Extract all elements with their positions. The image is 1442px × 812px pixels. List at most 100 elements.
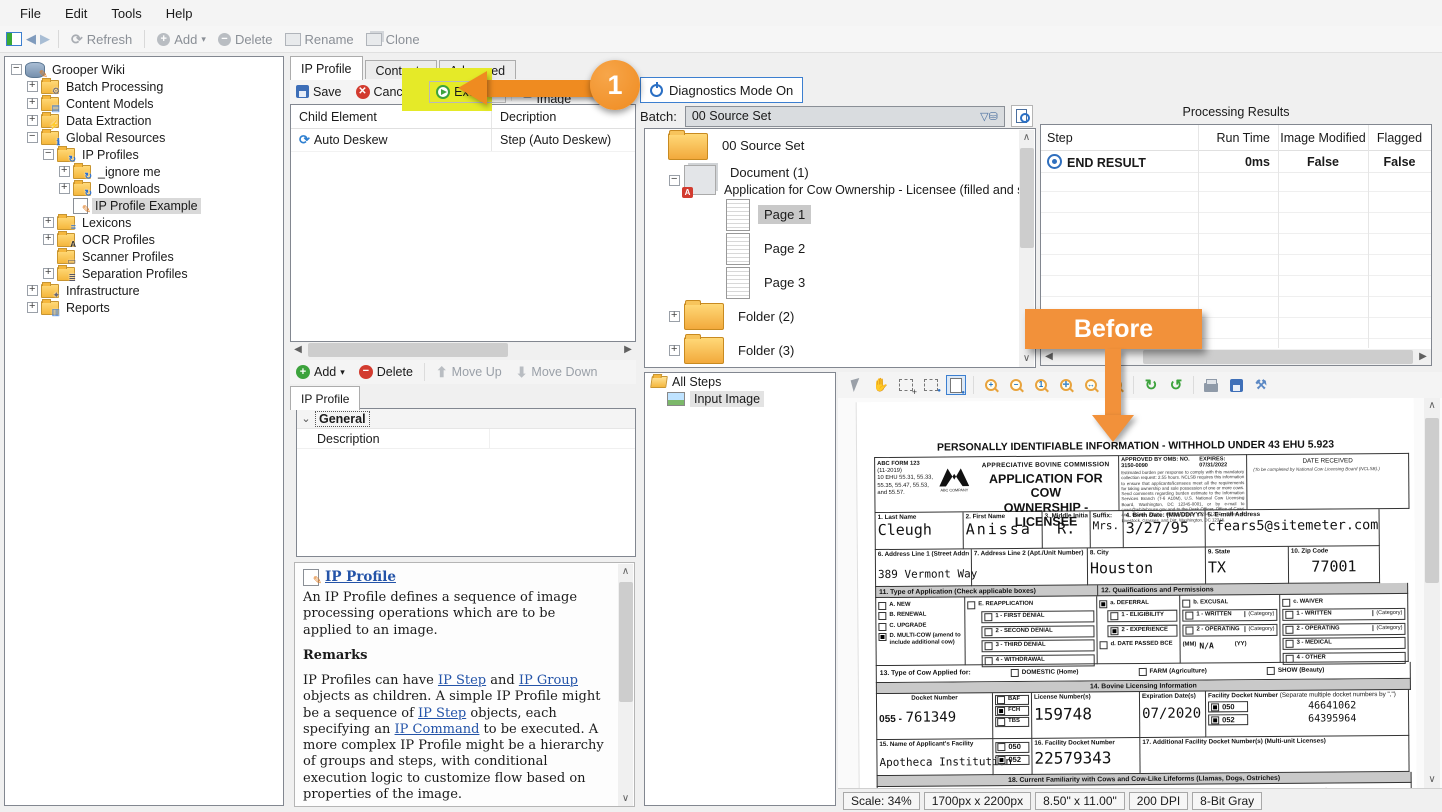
help-text-segment[interactable]: IP Step xyxy=(438,673,486,688)
scroll-left-icon[interactable]: ◀ xyxy=(1041,349,1057,365)
forward-icon[interactable]: ▶ xyxy=(40,31,50,47)
form-checkbox-row[interactable]: 2 - OPERATING(Category) xyxy=(1282,622,1405,635)
menu-item[interactable]: Edit xyxy=(53,2,99,25)
checkbox[interactable] xyxy=(1285,625,1293,633)
checkbox[interactable] xyxy=(1211,716,1219,724)
zoom-actual-button[interactable]: 1 xyxy=(1031,375,1051,395)
checkbox[interactable] xyxy=(878,622,886,630)
form-checkbox-row[interactable]: E. REAPPLICATION xyxy=(967,600,1094,609)
table-row[interactable]: ⟳Auto Deskew Step (Auto Deskew) xyxy=(291,129,635,152)
form-checkbox-row[interactable]: 1 - FIRST DENIAL xyxy=(981,610,1094,623)
form-checkbox-row[interactable]: c. WAIVER xyxy=(1282,597,1405,606)
checkbox[interactable] xyxy=(1011,669,1019,677)
chevron-down-icon[interactable]: ⌄ xyxy=(297,412,315,425)
tree-item[interactable]: Grooper Wiki xyxy=(5,61,283,78)
form-checkbox-row[interactable]: B. RENEWAL xyxy=(878,611,962,620)
form-checkbox-row[interactable]: 2 - OPERATING(Category) xyxy=(1182,623,1277,636)
back-icon[interactable]: ◀ xyxy=(26,31,36,47)
scroll-down-icon[interactable]: ∨ xyxy=(618,791,633,807)
batch-tree-item[interactable]: Document (1) Application for Cow Ownersh… xyxy=(645,163,1019,198)
checkbox[interactable] xyxy=(997,756,1005,764)
checkbox[interactable] xyxy=(1182,599,1190,607)
form-checkbox-row[interactable]: SHOW (Beauty) xyxy=(1267,667,1325,675)
move-down-button[interactable]: ⬇Move Down xyxy=(510,361,604,384)
tree-expander-icon[interactable] xyxy=(27,132,38,143)
menu-item[interactable]: Help xyxy=(154,2,205,25)
column-header-image-modified[interactable]: Image Modified xyxy=(1278,131,1368,145)
checkbox[interactable] xyxy=(997,718,1005,726)
tree-item[interactable]: OCR Profiles xyxy=(5,231,283,248)
checkbox[interactable] xyxy=(1286,654,1294,662)
form-checkbox-row[interactable]: b. EXCUSAL xyxy=(1182,598,1277,607)
batch-tree-item[interactable]: 00 Source Set xyxy=(645,129,1019,163)
image-tools-button[interactable]: ⚒ xyxy=(1251,375,1271,395)
form-checkbox-row[interactable]: 3 - MEDICAL xyxy=(1283,637,1406,650)
form-checkbox-row[interactable]: 1 - ELIGIBILITY xyxy=(1107,610,1177,623)
tree-expander-icon[interactable] xyxy=(27,285,38,296)
child-table-hscrollbar[interactable]: ◀ ▶ xyxy=(290,342,636,358)
save-image-button[interactable] xyxy=(1226,375,1246,395)
checkbox[interactable] xyxy=(1110,627,1118,635)
add-button[interactable]: +Add▾ xyxy=(153,30,210,49)
form-checkbox-row[interactable]: D. MULTI-COW (amend to include additiona… xyxy=(878,632,962,646)
tree-expander-icon[interactable] xyxy=(43,268,54,279)
tree-expander-icon[interactable] xyxy=(27,81,38,92)
tree-item[interactable]: Batch Processing xyxy=(5,78,283,95)
scroll-thumb[interactable] xyxy=(1020,148,1034,248)
clone-button[interactable]: Clone xyxy=(362,30,424,49)
tree-item[interactable]: IP Profiles xyxy=(5,146,283,163)
tree-expander-icon[interactable] xyxy=(669,311,680,322)
tree-item[interactable]: Global Resources xyxy=(5,129,283,146)
tree-item[interactable]: Downloads xyxy=(5,180,283,197)
checkbox[interactable] xyxy=(997,707,1005,715)
save-button[interactable]: Save xyxy=(290,82,348,102)
form-checkbox-row[interactable]: 1 - WRITTEN(Category) xyxy=(1282,608,1405,621)
checkbox[interactable] xyxy=(984,628,992,636)
checkbox[interactable] xyxy=(997,696,1005,704)
property-category-row[interactable]: ⌄ General xyxy=(297,409,635,429)
form-checkbox-row[interactable]: d. DATE PASSED BCE xyxy=(1100,640,1178,649)
help-title-link[interactable]: IP Profile xyxy=(325,569,396,586)
delete-button[interactable]: −Delete xyxy=(214,30,277,49)
tree-expander-icon[interactable] xyxy=(43,234,54,245)
tree-expander-icon[interactable] xyxy=(59,166,70,177)
checkbox[interactable] xyxy=(1138,668,1146,676)
menu-item[interactable]: File xyxy=(8,2,53,25)
form-checkbox-row[interactable]: 4 - WITHDRAWAL xyxy=(982,654,1095,667)
checkbox[interactable] xyxy=(984,613,992,621)
tree-expander-icon[interactable] xyxy=(27,302,38,313)
form-checkbox-row[interactable]: TBS xyxy=(995,717,1029,727)
tree-expander-icon[interactable] xyxy=(11,64,22,75)
viewer-vscrollbar[interactable]: ∧ ∨ xyxy=(1424,398,1440,788)
column-header-flagged[interactable]: Flagged xyxy=(1368,131,1431,145)
checkbox[interactable] xyxy=(878,633,886,641)
form-checkbox-row[interactable]: 050 xyxy=(995,742,1029,753)
node-view-icon[interactable] xyxy=(6,32,22,46)
steps-tree-item[interactable]: Input Image xyxy=(645,390,835,407)
form-checkbox-row[interactable]: 3 - THIRD DENIAL xyxy=(982,639,1095,652)
help-text-segment[interactable]: IP Step xyxy=(418,706,466,721)
tree-expander-icon[interactable] xyxy=(669,345,680,356)
zoom-region-button[interactable] xyxy=(921,375,941,395)
form-checkbox-row[interactable]: FARM (Agriculture) xyxy=(1138,667,1206,676)
tree-expander-icon[interactable] xyxy=(43,149,54,160)
tree-item[interactable]: IP Profile Example xyxy=(5,197,283,214)
results-hscrollbar[interactable]: ◀ ▶ xyxy=(1041,349,1431,365)
facility-code-box[interactable]: 050 xyxy=(1208,701,1248,712)
column-header-child-element[interactable]: Child Element xyxy=(291,110,491,124)
menu-item[interactable]: Tools xyxy=(99,2,153,25)
form-checkbox-row[interactable]: C. UPGRADE xyxy=(878,622,962,631)
checkbox[interactable] xyxy=(1285,611,1293,619)
scroll-left-icon[interactable]: ◀ xyxy=(290,342,306,358)
tree-item[interactable]: Lexicons xyxy=(5,214,283,231)
form-checkbox-row[interactable]: 2 - SECOND DENIAL xyxy=(981,625,1094,638)
property-row[interactable]: Description xyxy=(297,429,635,449)
column-header-step[interactable]: Step xyxy=(1041,131,1198,145)
rotate-cw-button[interactable]: ↻ xyxy=(1141,375,1161,395)
form-checkbox-row[interactable]: 2 - EXPERIENCE xyxy=(1107,624,1177,637)
column-header-run-time[interactable]: Run Time xyxy=(1198,131,1278,145)
steps-tree-item[interactable]: All Steps xyxy=(645,373,835,390)
form-checkbox-row[interactable]: FCH xyxy=(995,706,1029,716)
batch-tree-item[interactable]: Page 1 xyxy=(645,198,1019,232)
rename-button[interactable]: Rename xyxy=(281,30,358,49)
